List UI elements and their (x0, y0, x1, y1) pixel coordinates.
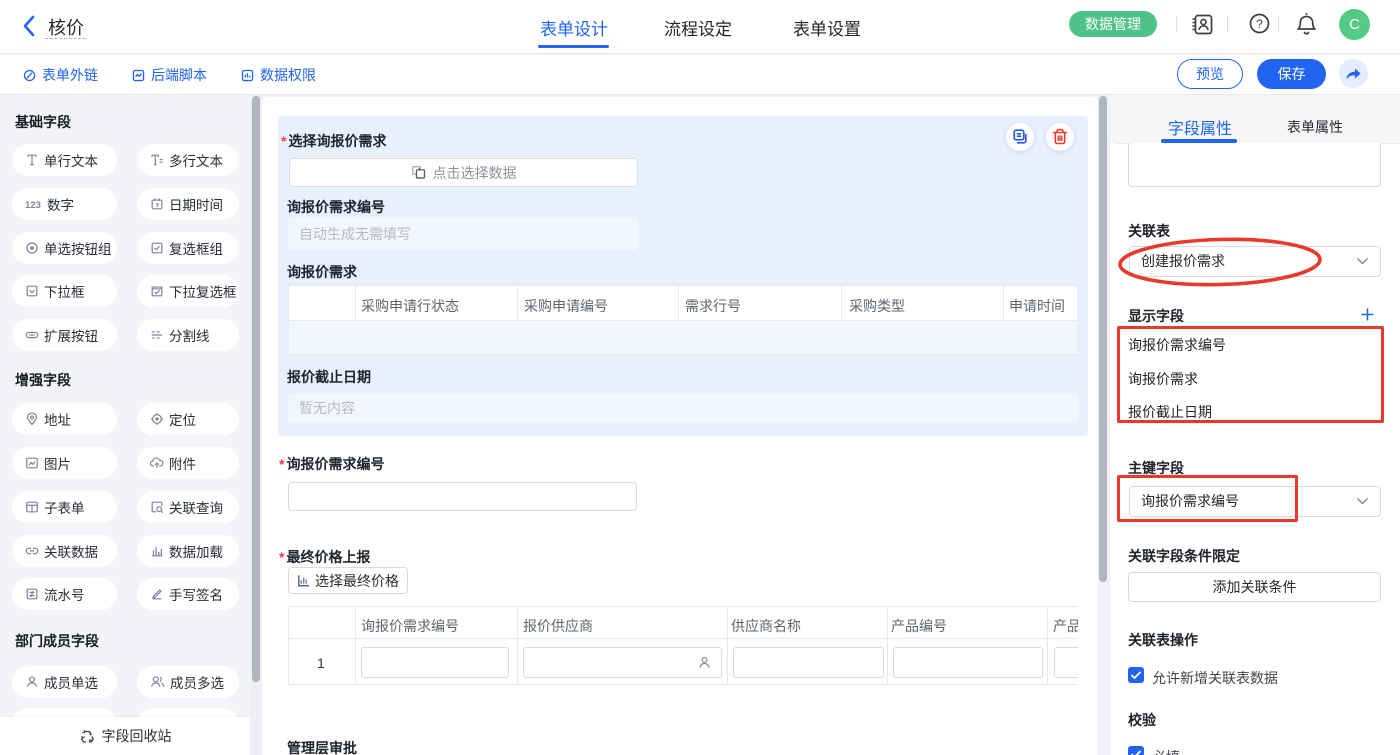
svg-text:?: ? (1256, 17, 1263, 31)
svg-text:123: 123 (25, 200, 41, 211)
